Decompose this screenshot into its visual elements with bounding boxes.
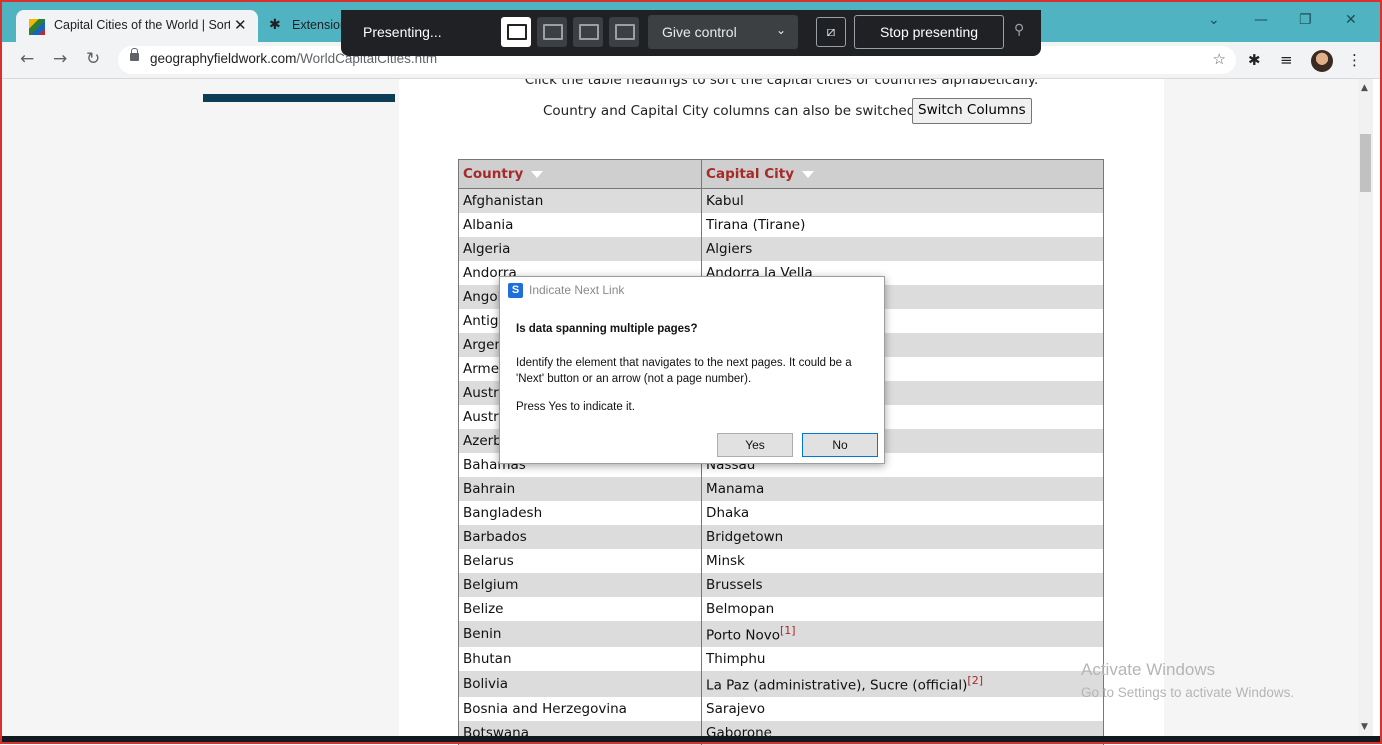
back-icon[interactable]: ←: [20, 49, 34, 69]
stop-presenting-button[interactable]: Stop presenting: [854, 15, 1004, 49]
table-row: Afghanistan Kabul: [457, 188, 1104, 213]
avatar[interactable]: [1311, 50, 1333, 72]
scroll-up-icon[interactable]: ▲: [1361, 83, 1368, 93]
capital-header[interactable]: Capital City: [701, 159, 1104, 189]
capital-cell: La Paz (administrative), Sucre (official…: [701, 671, 1104, 697]
sort-icon: [531, 170, 544, 178]
star-icon[interactable]: ☆: [1213, 50, 1226, 68]
give-control-dropdown[interactable]: Give control ⌄: [648, 15, 798, 49]
indicate-next-link-dialog: S Indicate Next Link Is data spanning mu…: [499, 276, 885, 464]
table-row: Albania Tirana (Tirane): [457, 213, 1104, 237]
chevron-down-icon: ⌄: [775, 23, 786, 37]
capital-cell: Thimphu: [701, 647, 1104, 671]
sort-instruction: Click the table headings to sort the cap…: [524, 79, 1039, 88]
country-cell: Bahrain: [457, 477, 703, 501]
scroll-down-icon[interactable]: ▼: [1361, 722, 1368, 732]
capital-cell: Kabul: [701, 188, 1104, 213]
table-row: Belize Belmopan: [457, 597, 1104, 621]
capital-cell: Manama: [701, 477, 1104, 501]
table-row: Benin Porto Novo[1]: [457, 621, 1104, 647]
tab-search-icon[interactable]: ⌄: [1208, 12, 1220, 28]
capital-cell: Tirana (Tirane): [701, 213, 1104, 237]
country-cell: Benin: [457, 621, 703, 647]
pin-icon[interactable]: ⚲: [1014, 22, 1024, 38]
country-cell: Albania: [457, 213, 703, 237]
table-row: Bolivia La Paz (administrative), Sucre (o…: [457, 671, 1104, 697]
dialog-body: Identify the element that navigates to t…: [516, 357, 852, 385]
close-window-icon[interactable]: ✕: [1345, 12, 1357, 28]
restore-icon[interactable]: ❐: [1299, 12, 1312, 28]
layout-pip-icon[interactable]: [537, 17, 567, 47]
puzzle-icon: ✱: [269, 17, 281, 33]
presenting-bar: Presenting... Give control ⌄ ⧄ Stop pres…: [341, 10, 1041, 56]
tab-extension[interactable]: ✱ Extension: [262, 10, 347, 44]
table-row: Bosnia and Herzegovina Sarajevo: [457, 697, 1104, 721]
site-nav-block: [203, 94, 395, 102]
activate-windows-subtitle: Go to Settings to activate Windows.: [1081, 685, 1295, 700]
capital-cell: Minsk: [701, 549, 1104, 573]
table-row: Bangladesh Dhaka: [457, 501, 1104, 525]
table-row: Algeria Algiers: [457, 237, 1104, 261]
capital-cell: Porto Novo[1]: [701, 621, 1104, 647]
no-button[interactable]: No: [802, 433, 878, 457]
capital-cell: Belmopan: [701, 597, 1104, 621]
stop-presenting-label: Stop presenting: [879, 24, 979, 40]
capital-cell: Bridgetown: [701, 525, 1104, 549]
media-icon[interactable]: ≡: [1280, 51, 1293, 69]
country-cell: Barbados: [457, 525, 703, 549]
table-row: Belgium Brussels: [457, 573, 1104, 597]
dialog-title: Indicate Next Link: [529, 283, 625, 297]
switch-columns-button[interactable]: Switch Columns: [912, 98, 1032, 124]
yes-button[interactable]: Yes: [717, 433, 793, 457]
layout-side-icon[interactable]: [573, 17, 603, 47]
footnote-link[interactable]: [1]: [780, 624, 796, 637]
layout-corner-icon[interactable]: [609, 17, 639, 47]
capital-cell: Dhaka: [701, 501, 1104, 525]
country-header[interactable]: Country: [457, 159, 703, 189]
country-cell: Bangladesh: [457, 501, 703, 525]
lock-icon: [130, 48, 139, 61]
table-row: Bahrain Manama: [457, 477, 1104, 501]
tab-title: Capital Cities of the World | Sorta: [54, 18, 230, 32]
reload-icon[interactable]: ↻: [86, 49, 100, 69]
dialog-question: Is data spanning multiple pages?: [516, 323, 698, 335]
extensions-icon[interactable]: ✱: [1248, 51, 1261, 69]
table-row: Belarus Minsk: [457, 549, 1104, 573]
tab-capital-cities[interactable]: Capital Cities of the World | Sorta ✕: [16, 10, 258, 44]
switch-text: Country and Capital City columns can als…: [543, 103, 920, 119]
country-cell: Bolivia: [457, 671, 703, 697]
country-cell: Belarus: [457, 549, 703, 573]
country-cell: Belgium: [457, 573, 703, 597]
capital-cell: Algiers: [701, 237, 1104, 261]
menu-icon[interactable]: ⋮: [1347, 51, 1362, 69]
scroll-thumb[interactable]: [1360, 134, 1371, 192]
table-row: Barbados Bridgetown: [457, 525, 1104, 549]
sort-icon: [802, 170, 815, 178]
minimize-icon[interactable]: —: [1254, 12, 1268, 28]
country-cell: Bhutan: [457, 647, 703, 671]
tab-title: Extension: [292, 18, 347, 32]
presenting-label: Presenting...: [363, 24, 442, 40]
site-favicon-icon: [29, 19, 45, 35]
forward-icon[interactable]: →: [53, 49, 67, 69]
country-cell: Afghanistan: [457, 188, 703, 213]
layout-full-icon[interactable]: [501, 17, 531, 47]
stop-share-screen-icon[interactable]: ⧄: [816, 17, 846, 47]
dialog-press-text: Press Yes to indicate it.: [516, 401, 635, 413]
table-row: Bhutan Thimphu: [457, 647, 1104, 671]
app-logo-icon: S: [508, 283, 523, 298]
page-scrollbar[interactable]: ▲ ▼: [1358, 79, 1373, 738]
footnote-link[interactable]: [2]: [967, 674, 983, 687]
capital-cell: Sarajevo: [701, 697, 1104, 721]
activate-windows-title: Activate Windows: [1081, 660, 1216, 679]
country-cell: Algeria: [457, 237, 703, 261]
country-cell: Bosnia and Herzegovina: [457, 697, 703, 721]
taskbar: [2, 736, 1380, 742]
give-control-label: Give control: [662, 24, 737, 40]
capital-cell: Brussels: [701, 573, 1104, 597]
tab-close-icon[interactable]: ✕: [234, 16, 247, 34]
country-cell: Belize: [457, 597, 703, 621]
